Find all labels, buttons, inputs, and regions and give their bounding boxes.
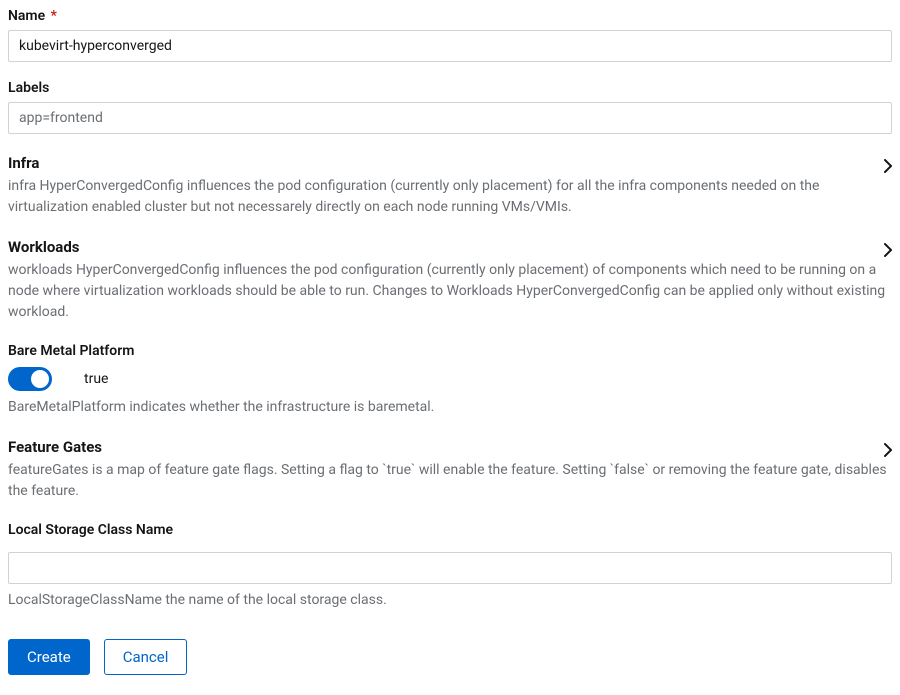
toggle-knob: [31, 370, 49, 388]
bare-metal-title: Bare Metal Platform: [8, 343, 892, 359]
chevron-right-icon: [882, 242, 892, 252]
local-storage-input[interactable]: [8, 552, 892, 584]
infra-desc: infra HyperConvergedConfig influences th…: [8, 176, 892, 218]
local-storage-desc: LocalStorageClassName the name of the lo…: [8, 590, 892, 611]
workloads-desc: workloads HyperConvergedConfig influence…: [8, 260, 892, 323]
workloads-section-header[interactable]: Workloads: [8, 238, 892, 256]
labels-input[interactable]: [8, 102, 892, 134]
workloads-title: Workloads: [8, 238, 79, 256]
bare-metal-value: true: [84, 371, 108, 387]
feature-gates-desc: featureGates is a map of feature gate fl…: [8, 460, 892, 502]
name-label: Name *: [8, 8, 892, 24]
feature-gates-section-header[interactable]: Feature Gates: [8, 438, 892, 456]
feature-gates-title: Feature Gates: [8, 438, 102, 456]
infra-title: Infra: [8, 154, 39, 172]
labels-label: Labels: [8, 80, 892, 96]
local-storage-title: Local Storage Class Name: [8, 522, 892, 538]
chevron-right-icon: [882, 158, 892, 168]
infra-section-header[interactable]: Infra: [8, 154, 892, 172]
cancel-button[interactable]: Cancel: [104, 639, 188, 675]
create-button[interactable]: Create: [8, 639, 90, 675]
bare-metal-toggle[interactable]: [8, 367, 52, 391]
name-label-text: Name: [8, 8, 45, 24]
name-input[interactable]: [8, 30, 892, 62]
chevron-right-icon: [882, 442, 892, 452]
bare-metal-desc: BareMetalPlatform indicates whether the …: [8, 397, 892, 418]
required-asterisk: *: [51, 8, 57, 24]
